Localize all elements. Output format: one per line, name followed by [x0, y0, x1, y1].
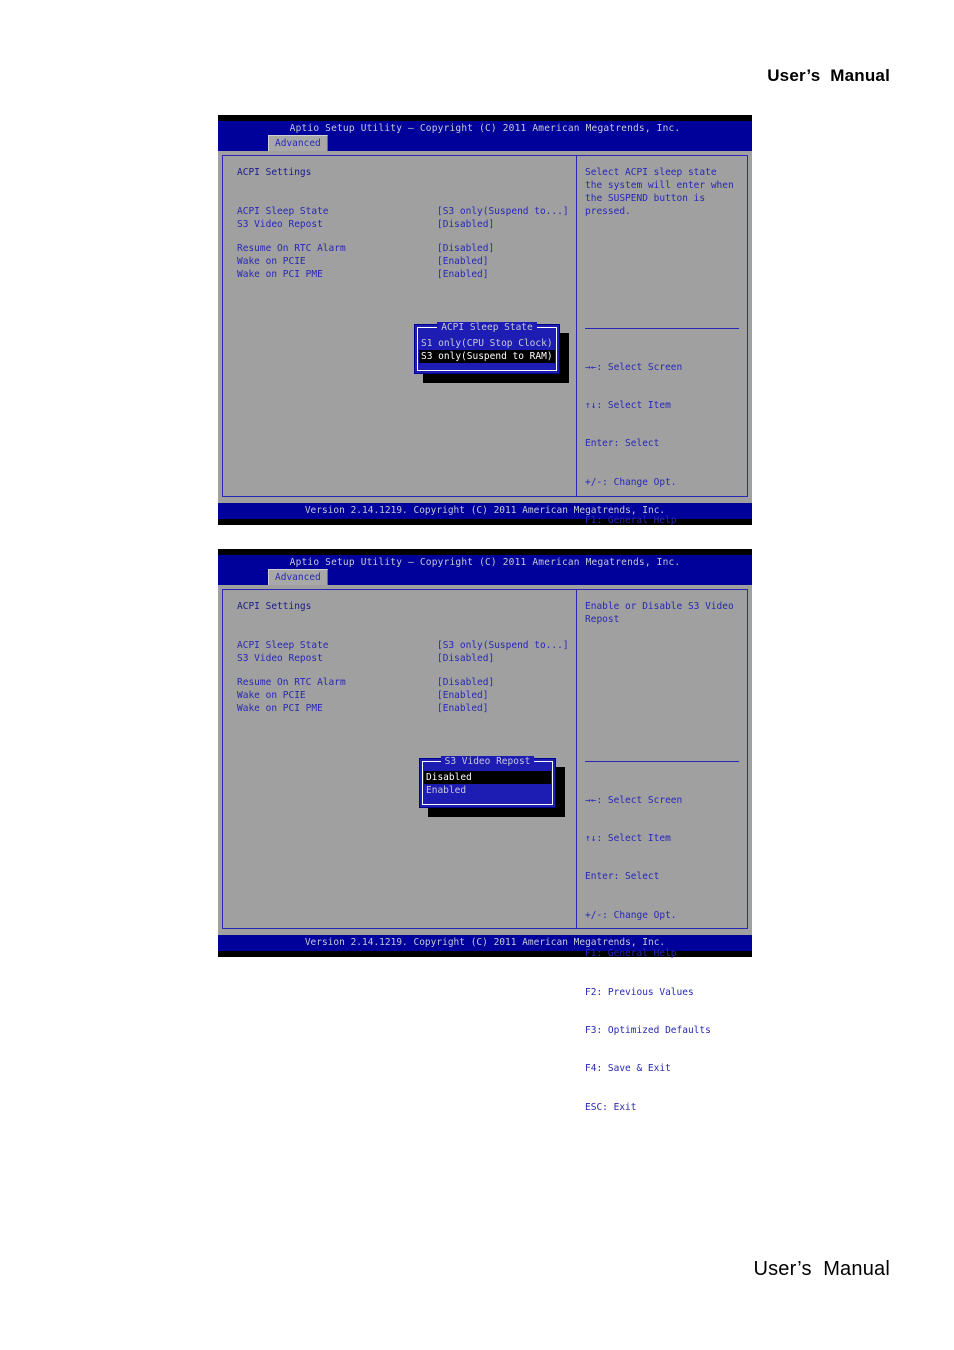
- setting-row-acpi-sleep-state[interactable]: ACPI Sleep State [S3 only(Suspend to...]: [237, 639, 576, 652]
- help-pane: Enable or Disable S3 Video Repost →←: Se…: [577, 590, 747, 1113]
- bios-screenshot-acpi-sleep-state: Aptio Setup Utility – Copyright (C) 2011…: [218, 115, 752, 680]
- setting-label: ACPI Sleep State: [237, 640, 329, 651]
- setting-label: ACPI Sleep State: [237, 206, 329, 217]
- setting-label: Wake on PCIE: [237, 256, 306, 267]
- setting-value: [S3 only(Suspend to...]: [437, 206, 569, 217]
- legend-enter-select: Enter: Select: [585, 438, 660, 450]
- setting-label: S3 Video Repost: [237, 219, 323, 230]
- popup-s3-video-repost[interactable]: S3 Video Repost Disabled Enabled: [419, 756, 565, 817]
- help-text: Enable or Disable S3 Video Repost: [585, 601, 740, 625]
- popup-frame: S3 Video Repost Disabled Enabled: [419, 756, 556, 808]
- help-pane: Select ACPI sleep state the system will …: [577, 156, 747, 680]
- legend-select-item: ↑↓: Select Item: [585, 399, 671, 411]
- bios-title-bar: Aptio Setup Utility – Copyright (C) 2011…: [218, 121, 752, 151]
- setting-row-resume-on-rtc-alarm[interactable]: Resume On RTC Alarm [Disabled]: [237, 676, 576, 689]
- bios-panes: ACPI Settings ACPI Sleep State [S3 only(…: [222, 155, 748, 680]
- setting-value: [Disabled]: [437, 243, 495, 254]
- setting-row-resume-on-rtc-alarm[interactable]: Resume On RTC Alarm [Disabled]: [237, 242, 576, 255]
- bios-tab-row: Advanced: [268, 135, 328, 151]
- popup-title: ACPI Sleep State: [418, 321, 556, 334]
- page-footer-users-manual: User’s Manual: [753, 1258, 890, 1280]
- setting-value: [Disabled]: [437, 653, 495, 664]
- section-title: ACPI Settings: [237, 167, 312, 178]
- setting-label: Resume On RTC Alarm: [237, 243, 346, 254]
- legend-f2-previous-values: F2: Previous Values: [585, 986, 694, 998]
- settings-pane: ACPI Settings ACPI Sleep State [S3 only(…: [223, 156, 577, 496]
- setting-value: [Enabled]: [437, 703, 489, 714]
- tab-advanced[interactable]: Advanced: [268, 135, 328, 151]
- bios-title-text: Aptio Setup Utility – Copyright (C) 2011…: [289, 557, 681, 568]
- legend-select-item: ↑↓: Select Item: [585, 832, 671, 844]
- popup-option-list: Disabled Enabled: [424, 771, 551, 797]
- help-separator: [585, 328, 739, 329]
- setting-value: [Disabled]: [437, 219, 495, 230]
- setting-row-wake-on-pcie[interactable]: Wake on PCIE [Enabled]: [237, 689, 576, 702]
- popup-option-s1[interactable]: S1 only(CPU Stop Clock): [419, 337, 555, 350]
- legend-enter-select: Enter: Select: [585, 871, 660, 883]
- bios-tab-row: Advanced: [268, 569, 328, 585]
- popup-title: S3 Video Repost: [423, 755, 552, 768]
- help-separator: [585, 761, 739, 762]
- setting-label: Wake on PCIE: [237, 690, 306, 701]
- setting-row-s3-video-repost[interactable]: S3 Video Repost [Disabled]: [237, 218, 576, 231]
- legend-change-opt: +/-: Change Opt.: [585, 476, 677, 488]
- bios-body: ACPI Settings ACPI Sleep State [S3 only(…: [218, 151, 752, 680]
- legend-change-opt: +/-: Change Opt.: [585, 909, 677, 921]
- bios-screenshot-s3-video-repost: Aptio Setup Utility – Copyright (C) 2011…: [218, 549, 752, 1113]
- legend-f4-save-exit: F4: Save & Exit: [585, 1063, 671, 1075]
- legend-f1-general-help: F1: General Help: [585, 515, 677, 527]
- popup-inner-frame: S3 Video Repost Disabled Enabled: [422, 756, 553, 805]
- tab-advanced[interactable]: Advanced: [268, 569, 328, 585]
- setting-label: Resume On RTC Alarm: [237, 677, 346, 688]
- popup-option-list: S1 only(CPU Stop Clock) S3 only(Suspend …: [419, 337, 555, 363]
- help-text: Select ACPI sleep state the system will …: [585, 167, 740, 217]
- popup-frame: ACPI Sleep State S1 only(CPU Stop Clock)…: [414, 322, 560, 374]
- bios-title-text: Aptio Setup Utility – Copyright (C) 2011…: [289, 123, 681, 134]
- popup-title-text: S3 Video Repost: [440, 756, 535, 767]
- setting-row-wake-on-pci-pme[interactable]: Wake on PCI PME [Enabled]: [237, 268, 576, 281]
- popup-inner-frame: ACPI Sleep State S1 only(CPU Stop Clock)…: [417, 322, 557, 371]
- legend-esc-exit: ESC: Exit: [585, 1101, 637, 1113]
- bios-title-bar: Aptio Setup Utility – Copyright (C) 2011…: [218, 555, 752, 585]
- setting-row-wake-on-pci-pme[interactable]: Wake on PCI PME [Enabled]: [237, 702, 576, 715]
- popup-option-s3-selected[interactable]: S3 only(Suspend to RAM): [419, 350, 555, 363]
- settings-pane: ACPI Settings ACPI Sleep State [S3 only(…: [223, 590, 577, 928]
- setting-label: Wake on PCI PME: [237, 703, 323, 714]
- setting-value: [Enabled]: [437, 269, 489, 280]
- legend-f3-optimized-defaults: F3: Optimized Defaults: [585, 1024, 711, 1036]
- key-legend: →←: Select Screen ↑↓: Select Item Enter:…: [585, 769, 711, 1140]
- popup-option-disabled-selected[interactable]: Disabled: [424, 771, 551, 784]
- bios-body: ACPI Settings ACPI Sleep State [S3 only(…: [218, 585, 752, 1113]
- setting-value: [Enabled]: [437, 690, 489, 701]
- legend-select-screen: →←: Select Screen: [585, 794, 683, 806]
- setting-label: S3 Video Repost: [237, 653, 323, 664]
- setting-row-wake-on-pcie[interactable]: Wake on PCIE [Enabled]: [237, 255, 576, 268]
- setting-value: [S3 only(Suspend to...]: [437, 640, 569, 651]
- popup-option-enabled[interactable]: Enabled: [424, 784, 551, 797]
- bios-panes: ACPI Settings ACPI Sleep State [S3 only(…: [222, 589, 748, 1113]
- setting-value: [Disabled]: [437, 677, 495, 688]
- settings-group-spacer: [237, 231, 576, 242]
- section-title: ACPI Settings: [237, 601, 312, 612]
- popup-title-text: ACPI Sleep State: [437, 322, 537, 333]
- setting-value: [Enabled]: [437, 256, 489, 267]
- legend-f1-general-help: F1: General Help: [585, 948, 677, 960]
- popup-acpi-sleep-state[interactable]: ACPI Sleep State S1 only(CPU Stop Clock)…: [414, 322, 569, 383]
- page-header-users-manual: User’s Manual: [767, 66, 890, 85]
- setting-label: Wake on PCI PME: [237, 269, 323, 280]
- setting-row-acpi-sleep-state[interactable]: ACPI Sleep State [S3 only(Suspend to...]: [237, 205, 576, 218]
- settings-group-spacer: [237, 665, 576, 676]
- setting-row-s3-video-repost[interactable]: S3 Video Repost [Disabled]: [237, 652, 576, 665]
- legend-select-screen: →←: Select Screen: [585, 361, 683, 373]
